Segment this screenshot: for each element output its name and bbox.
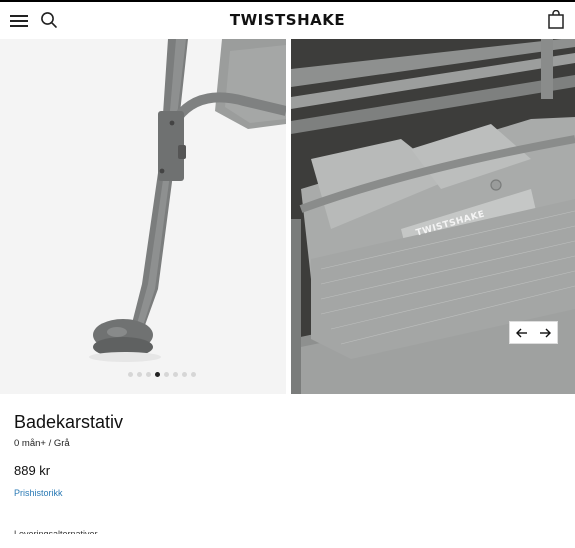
carousel-dot-active[interactable] xyxy=(155,372,160,377)
arrow-left-icon[interactable] xyxy=(510,322,534,343)
shopping-bag-icon[interactable] xyxy=(548,9,564,29)
carousel-dot[interactable] xyxy=(137,372,142,377)
delivery-options-label: Leveringsalternativer xyxy=(14,529,98,534)
product-variant: 0 mån+ / Grå xyxy=(14,438,70,449)
brand-logo[interactable]: TWISTSHAKE xyxy=(0,11,575,29)
carousel-dot[interactable] xyxy=(128,372,133,377)
site-header: TWISTSHAKE xyxy=(0,2,575,39)
carousel-arrows xyxy=(509,321,558,344)
price-history-link[interactable]: Prishistorikk xyxy=(14,488,63,498)
carousel-dots xyxy=(128,372,196,378)
arrow-right-icon[interactable] xyxy=(534,322,558,343)
product-gallery[interactable]: TWISTSHAKE xyxy=(0,39,575,394)
carousel-dot[interactable] xyxy=(164,372,169,377)
carousel-dot[interactable] xyxy=(182,372,187,377)
product-image-leg[interactable] xyxy=(0,39,286,394)
product-title: Badekarstativ xyxy=(14,412,124,432)
carousel-dot[interactable] xyxy=(146,372,151,377)
product-price: 889 kr xyxy=(14,463,51,478)
carousel-dot[interactable] xyxy=(173,372,178,377)
carousel-dot[interactable] xyxy=(191,372,196,377)
